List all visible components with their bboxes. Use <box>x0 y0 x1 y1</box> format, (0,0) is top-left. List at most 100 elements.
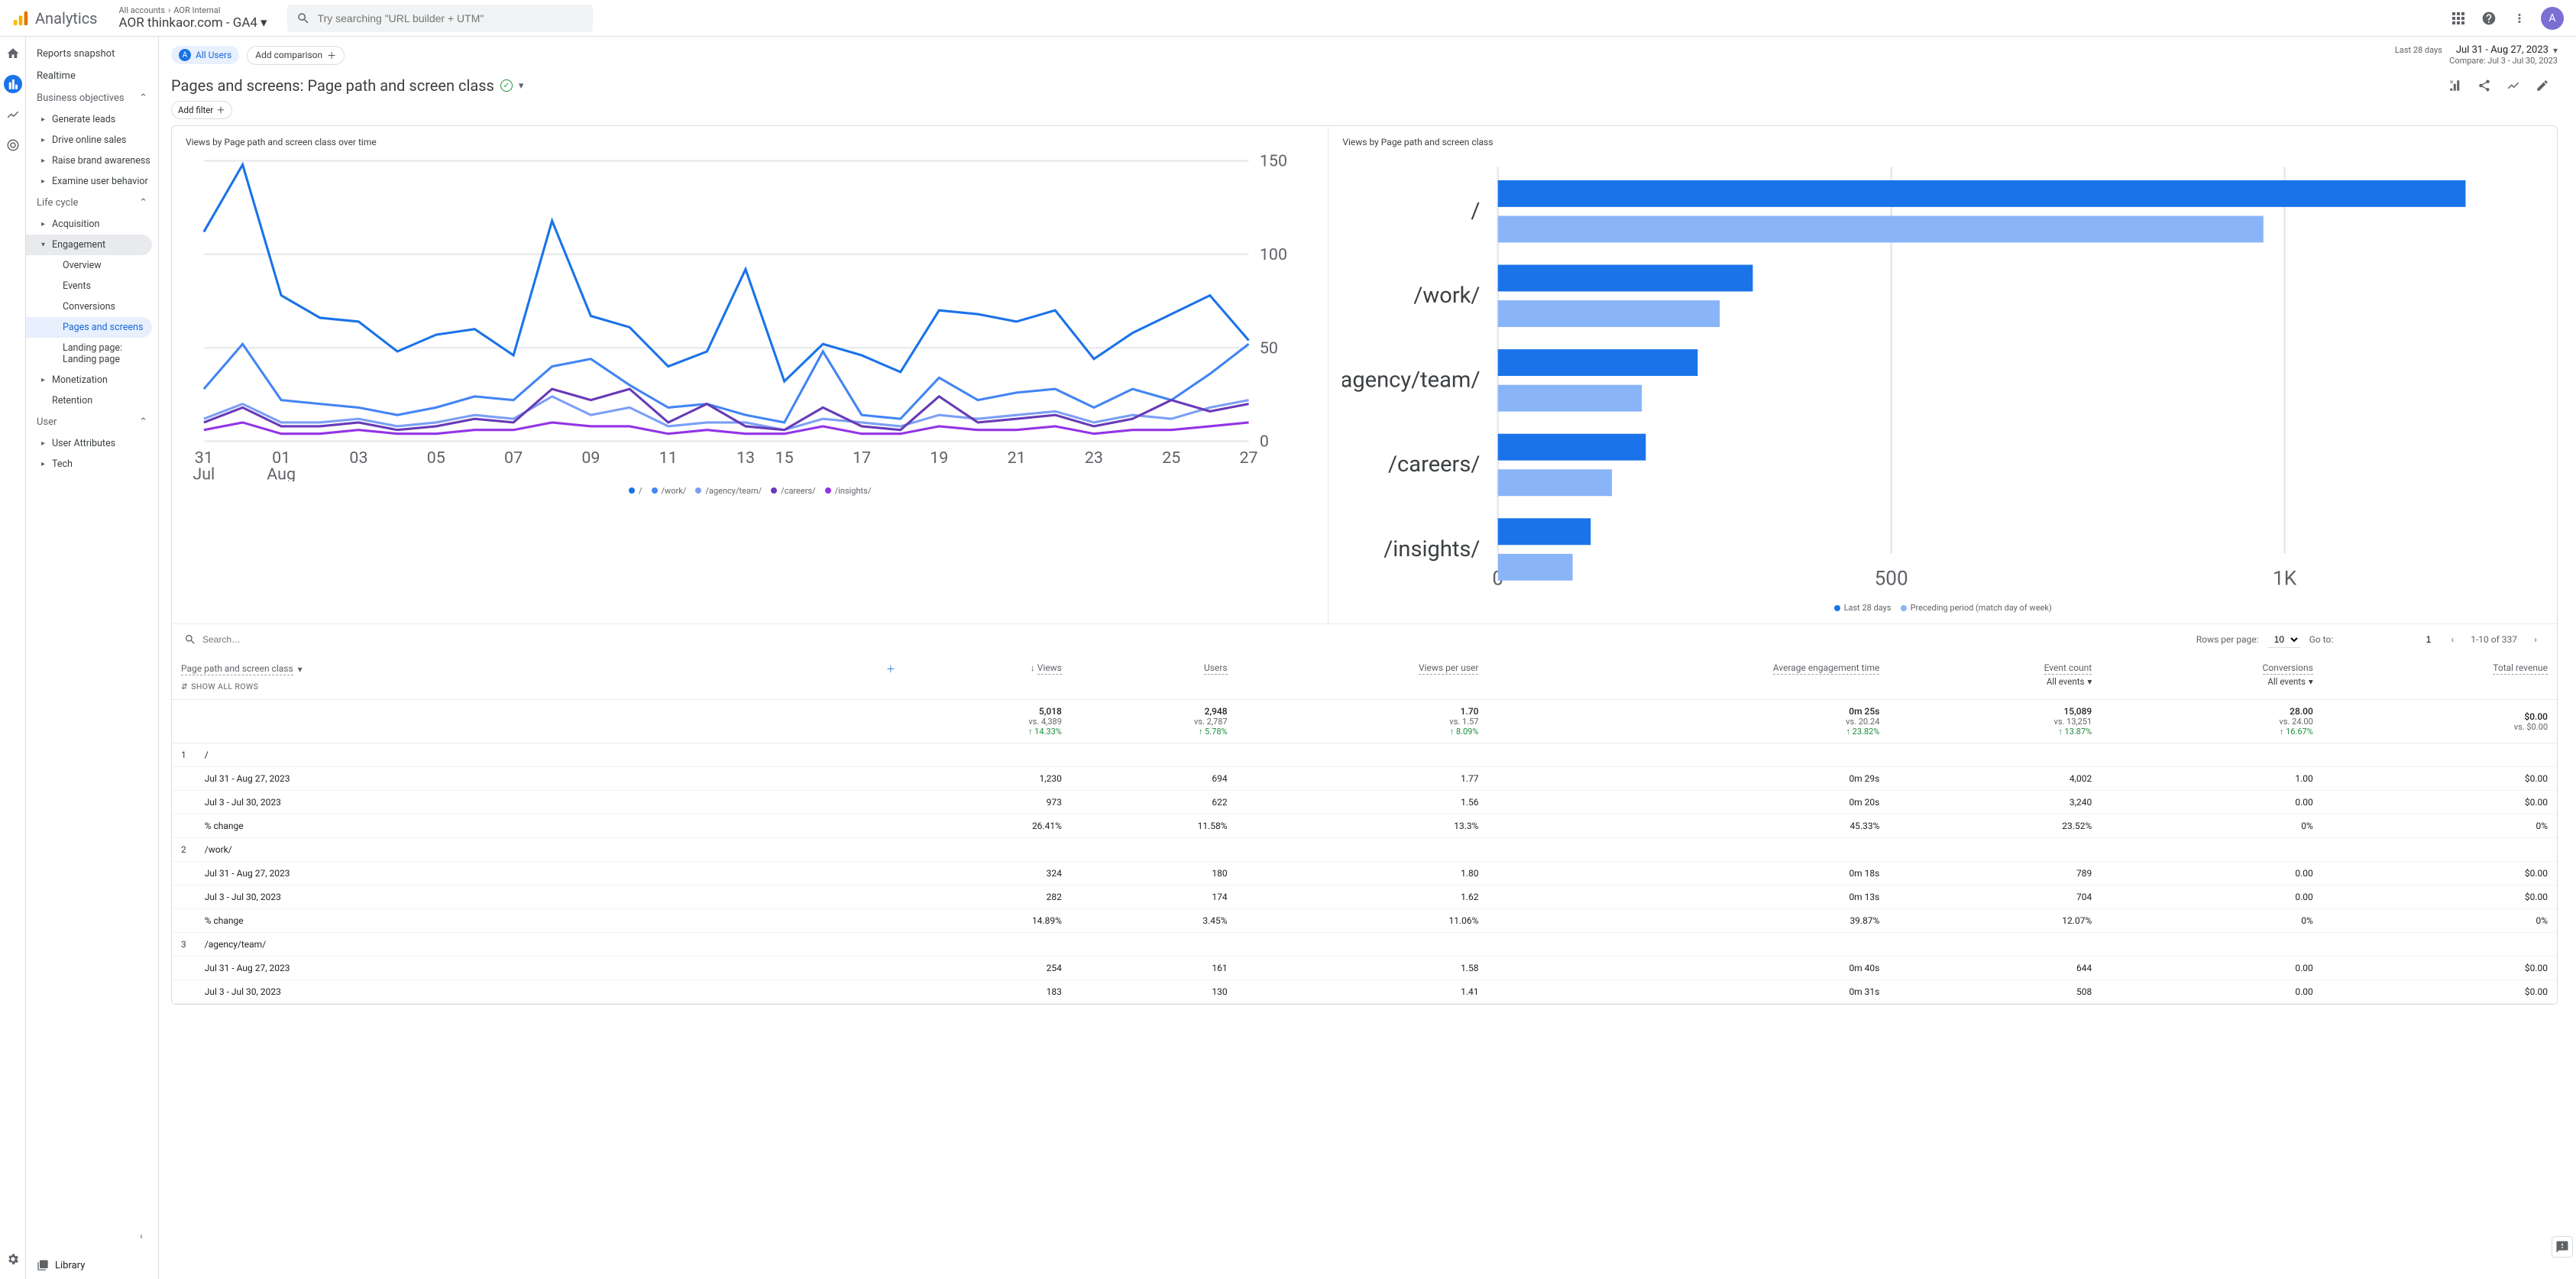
line-chart-title: Views by Page path and screen class over… <box>186 137 1314 147</box>
main-content: AAll Users Add comparison＋ Last 28 days … <box>159 37 2576 1279</box>
plus-icon: ＋ <box>216 104 225 116</box>
svg-text:/insights/: /insights/ <box>1384 536 1481 562</box>
col-users[interactable]: Users <box>1204 662 1228 675</box>
next-page-icon[interactable]: › <box>2526 630 2545 649</box>
svg-text:Jul: Jul <box>193 465 215 481</box>
chevron-down-icon: ▾ <box>2553 45 2558 56</box>
analytics-logo[interactable]: Analytics <box>12 9 98 28</box>
sidebar-item-user-attributes[interactable]: ▸User Attributes <box>26 433 158 454</box>
col-views[interactable]: Views <box>1037 662 1062 675</box>
sidebar-item-landing-page[interactable]: Landing page: Landing page <box>26 338 158 370</box>
sort-down-icon[interactable]: ↓ <box>1031 662 1037 673</box>
add-comparison-button[interactable]: Add comparison＋ <box>247 46 345 65</box>
sidebar-item-conversions[interactable]: Conversions <box>26 296 158 317</box>
svg-text:50: 50 <box>1260 338 1278 358</box>
collapse-sidebar-icon[interactable]: ‹ <box>132 1227 150 1245</box>
help-icon[interactable] <box>2480 9 2498 28</box>
sidebar-item-engagement[interactable]: ▾Engagement <box>26 235 152 255</box>
property-selector[interactable]: All accounts › AOR Internal AOR thinkaor… <box>119 5 267 31</box>
svg-text:150: 150 <box>1260 154 1287 171</box>
sidebar: Reports snapshot Realtime Business objec… <box>26 37 159 1279</box>
bar-chart-legend: Last 28 days Preceding period (match day… <box>1342 603 2543 613</box>
svg-text:19: 19 <box>930 448 948 468</box>
share-icon[interactable] <box>2475 76 2493 95</box>
sidebar-item-monetization[interactable]: ▸Monetization <box>26 370 158 390</box>
svg-text:23: 23 <box>1085 448 1103 468</box>
sidebar-item-tech[interactable]: ▸Tech <box>26 454 158 474</box>
search-bar[interactable] <box>287 5 593 32</box>
apps-icon[interactable] <box>2449 9 2468 28</box>
report-card: Views by Page path and screen class over… <box>171 125 2558 1005</box>
col-conversions[interactable]: Conversions <box>2263 662 2313 675</box>
event-count-filter[interactable]: All events ▾ <box>1898 676 2092 687</box>
bar-chart-title: Views by Page path and screen class <box>1342 137 2543 147</box>
svg-text:500: 500 <box>1875 568 1908 591</box>
svg-text:27: 27 <box>1240 448 1258 468</box>
more-vert-icon[interactable] <box>2510 9 2529 28</box>
sidebar-item-pages-and-screens[interactable]: Pages and screens <box>26 317 152 338</box>
add-filter-button[interactable]: Add filter ＋ <box>171 101 232 119</box>
col-event-count[interactable]: Event count <box>2044 662 2092 675</box>
explore-icon[interactable] <box>4 105 22 124</box>
account-avatar[interactable]: A <box>2541 7 2564 30</box>
sidebar-item-realtime[interactable]: Realtime <box>26 65 158 87</box>
sidebar-section-life-cycle[interactable]: Life cycle⌃ <box>26 192 158 214</box>
search-input[interactable] <box>318 12 584 24</box>
insights-icon[interactable] <box>2504 76 2523 95</box>
sidebar-item-events[interactable]: Events <box>26 276 158 296</box>
col-avg-engagement[interactable]: Average engagement time <box>1773 662 1880 675</box>
sidebar-item-drive-online-sales[interactable]: ▸Drive online sales <box>26 130 158 151</box>
nav-rail <box>0 37 26 1279</box>
edit-icon[interactable] <box>2533 76 2552 95</box>
chevron-down-icon: ▾ <box>261 15 267 31</box>
top-bar: Analytics All accounts › AOR Internal AO… <box>0 0 2576 37</box>
table-search-input[interactable] <box>202 634 294 645</box>
chevron-down-icon[interactable]: ▾ <box>298 664 303 675</box>
feedback-icon[interactable] <box>2552 1236 2573 1258</box>
conversions-filter[interactable]: All events ▾ <box>2110 676 2313 687</box>
sidebar-item-overview[interactable]: Overview <box>26 255 158 276</box>
reports-icon[interactable] <box>4 75 22 93</box>
rows-per-page-select[interactable]: 10 <box>2268 632 2300 648</box>
admin-gear-icon[interactable] <box>4 1250 22 1268</box>
sidebar-item-examine-user-behavior[interactable]: ▸Examine user behavior <box>26 171 158 192</box>
segment-all-users[interactable]: AAll Users <box>171 46 239 64</box>
col-total-revenue[interactable]: Total revenue <box>2493 662 2548 675</box>
table-search-icon <box>184 633 196 646</box>
page-range: 1-10 of 337 <box>2471 634 2517 645</box>
svg-text:15: 15 <box>775 448 794 468</box>
sidebar-item-acquisition[interactable]: ▸Acquisition <box>26 214 158 235</box>
chevron-down-icon[interactable]: ▾ <box>519 80 524 92</box>
goto-input[interactable] <box>2342 633 2434 646</box>
svg-text:/: / <box>1471 198 1481 224</box>
sidebar-section-business-objectives[interactable]: Business objectives⌃ <box>26 87 158 109</box>
svg-text:/work/: /work/ <box>1414 283 1481 309</box>
advertising-icon[interactable] <box>4 136 22 154</box>
table-pager: Rows per page: 10 Go to: ‹ 1-10 of 337 › <box>2196 630 2545 649</box>
analytics-logo-icon <box>12 10 29 27</box>
sidebar-section-user[interactable]: User⌃ <box>26 411 158 433</box>
sidebar-item-library[interactable]: Library <box>26 1251 158 1279</box>
date-range-picker[interactable]: Last 28 days Jul 31 - Aug 27, 2023 ▾ Com… <box>2395 44 2564 66</box>
breadcrumb: All accounts › AOR Internal <box>119 5 267 15</box>
svg-text:/agency/team/: /agency/team/ <box>1342 368 1480 393</box>
line-chart: 05010015031Jul01Aug030507091113151719212… <box>186 154 1314 481</box>
svg-text:0: 0 <box>1260 432 1269 452</box>
sidebar-item-raise-brand-awareness[interactable]: ▸Raise brand awareness <box>26 151 158 171</box>
bar-chart: 05001K//work//agency/team//careers//insi… <box>1342 154 2543 598</box>
library-icon <box>37 1259 49 1271</box>
chevron-up-icon: ⌃ <box>139 92 147 104</box>
customize-report-icon[interactable] <box>2446 76 2464 95</box>
dimension-header[interactable]: Page path and screen class <box>181 663 293 675</box>
col-views-per-user[interactable]: Views per user <box>1419 662 1479 675</box>
prev-page-icon[interactable]: ‹ <box>2443 630 2461 649</box>
home-icon[interactable] <box>4 44 22 63</box>
plus-icon: ＋ <box>327 49 336 62</box>
show-all-rows-toggle[interactable]: ⇵SHOW ALL ROWS <box>181 682 895 691</box>
svg-text:09: 09 <box>581 448 600 468</box>
status-check-icon[interactable]: ✓ <box>500 79 513 92</box>
sidebar-item-reports-snapshot[interactable]: Reports snapshot <box>26 43 158 65</box>
sidebar-item-generate-leads[interactable]: ▸Generate leads <box>26 109 158 130</box>
add-dimension-icon[interactable]: ＋ <box>886 662 895 675</box>
sidebar-item-retention[interactable]: Retention <box>26 390 158 411</box>
